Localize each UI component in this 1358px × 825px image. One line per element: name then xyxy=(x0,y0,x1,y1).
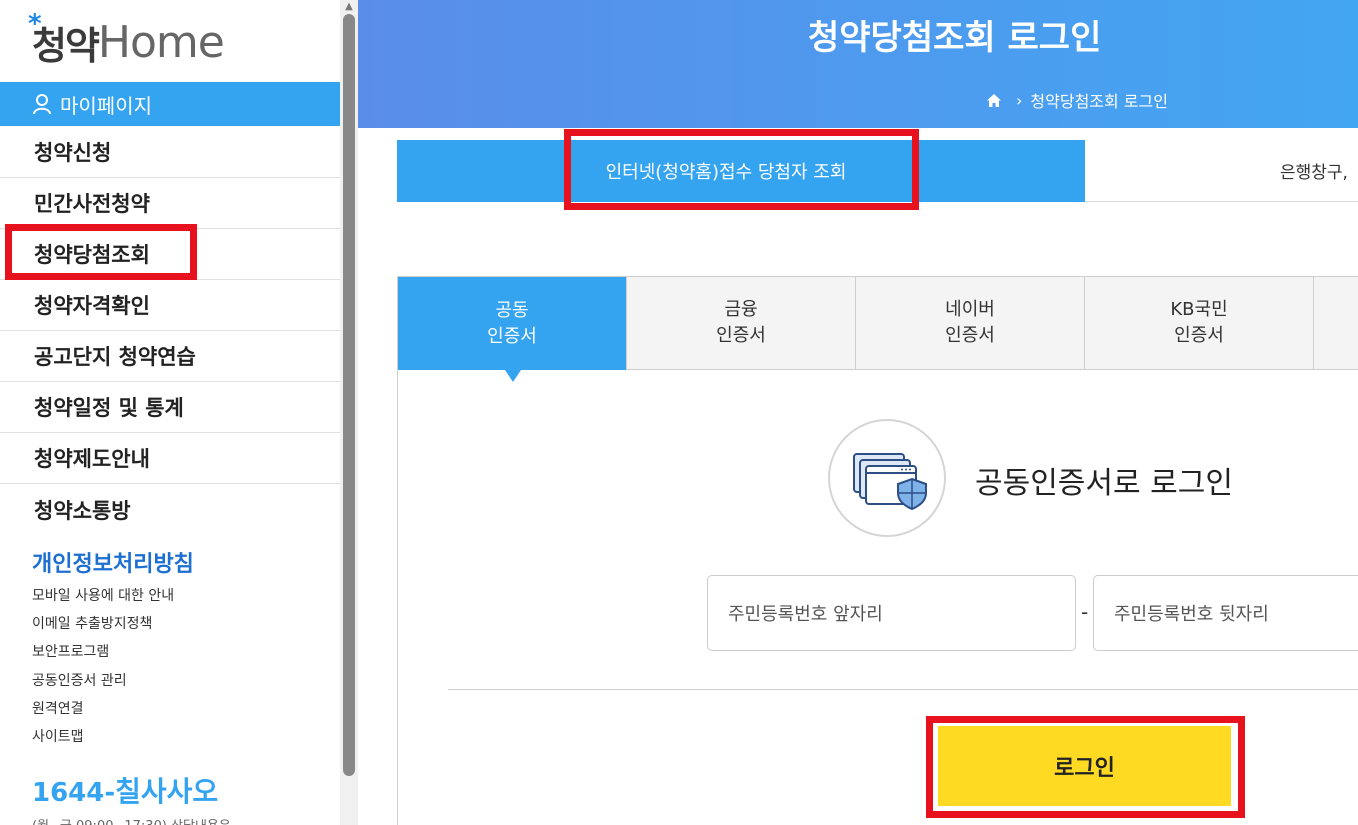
sidebar-item-label: 청약소통방 xyxy=(34,498,131,523)
tab-line2: 인증서 xyxy=(487,325,537,347)
active-tab-pointer xyxy=(505,370,521,382)
sidebar-item-label: 민간사전청약 xyxy=(34,192,150,216)
chevron-right-icon: › xyxy=(1016,90,1023,110)
privacy-policy-link[interactable]: 개인정보처리방침 xyxy=(32,546,194,578)
phone-number: 1644-칠사사오 xyxy=(32,770,218,810)
scrollbar-thumb[interactable] xyxy=(343,14,355,776)
login-heading: 공동인증서로 로그인 xyxy=(975,466,1233,501)
scroll-up-arrow-icon[interactable]: ▲ xyxy=(343,2,355,12)
phone-word: 칠사사오 xyxy=(115,775,219,808)
cert-management-link[interactable]: 공동인증서 관리 xyxy=(32,670,127,690)
tab-naver-cert[interactable]: 네이버 인증서 xyxy=(856,277,1085,370)
rrn-front-input[interactable]: 주민등록번호 앞자리 xyxy=(707,575,1076,651)
security-program-link[interactable]: 보안프로그램 xyxy=(32,641,109,661)
logo-text-en: Home xyxy=(97,16,225,68)
tab-line1: 네이버 xyxy=(945,299,995,320)
sidebar-item-label: 청약자격확인 xyxy=(34,294,150,318)
mobile-guide-link[interactable]: 모바일 사용에 대한 안내 xyxy=(32,585,174,605)
divider xyxy=(448,689,1358,690)
page-header: 청약당첨조회 로그인 › 청약당첨조회 로그인 xyxy=(358,0,1358,128)
mypage-button[interactable]: 마이페이지 xyxy=(0,82,340,126)
tab-line1: KB국민 xyxy=(1170,299,1228,320)
tab-label: 은행창구, xyxy=(1280,163,1348,183)
tab-more-cert[interactable] xyxy=(1314,277,1358,370)
breadcrumb: › 청약당첨조회 로그인 xyxy=(986,88,1168,112)
user-icon xyxy=(33,94,51,115)
certificate-icon xyxy=(828,419,946,537)
tab-line2: 인증서 xyxy=(1174,325,1224,346)
tab-bank-counter-lookup[interactable]: 은행창구, xyxy=(1085,140,1358,202)
highlight-box-internet-tab xyxy=(564,129,919,210)
sidebar-item-private-pre-subscription[interactable]: 민간사전청약 xyxy=(0,178,340,229)
highlight-box-winner-lookup xyxy=(5,224,197,280)
rrn-separator: - xyxy=(1081,600,1089,624)
sidebar-item-label: 청약신청 xyxy=(34,141,112,165)
sidebar: * 청약 Home 마이페이지 청약신청 민간사전청약 청약당첨조회 청약자격확인… xyxy=(0,0,340,825)
cert-type-tabs: 공동 인증서 금융 인증서 네이버 인증서 KB국민 인증서 xyxy=(397,276,1358,370)
tab-line1: 공동 xyxy=(495,299,529,321)
page-title: 청약당첨조회 로그인 xyxy=(808,18,1102,58)
sidebar-item-apply[interactable]: 청약신청 xyxy=(0,127,340,178)
remote-connection-link[interactable]: 원격연결 xyxy=(32,698,84,718)
sidebar-item-system-guide[interactable]: 청약제도안내 xyxy=(0,433,340,484)
home-icon[interactable] xyxy=(986,93,1002,108)
sidebar-item-community[interactable]: 청약소통방 xyxy=(0,484,340,535)
certificate-shield-icon xyxy=(853,453,927,511)
tab-financial-cert[interactable]: 금융 인증서 xyxy=(627,277,856,370)
rrn-back-placeholder: 주민등록번호 뒷자리 xyxy=(1114,604,1269,625)
mypage-label: 마이페이지 xyxy=(60,93,152,118)
tab-line1: 금융 xyxy=(724,299,758,320)
site-logo[interactable]: * 청약 Home xyxy=(28,8,225,70)
highlight-box-login-button xyxy=(926,716,1245,818)
sidebar-item-eligibility-check[interactable]: 청약자격확인 xyxy=(0,280,340,331)
sidebar-item-schedule-stats[interactable]: 청약일정 및 통계 xyxy=(0,382,340,433)
tab-line2: 인증서 xyxy=(945,325,995,346)
rrn-front-placeholder: 주민등록번호 앞자리 xyxy=(728,604,883,625)
sidebar-item-label: 공고단지 청약연습 xyxy=(34,345,196,369)
phone-prefix: 1644- xyxy=(32,778,116,808)
sidebar-item-label: 청약일정 및 통계 xyxy=(34,396,184,420)
logo-star-icon: * xyxy=(28,8,42,39)
sidebar-item-label: 청약제도안내 xyxy=(34,447,150,471)
sidebar-item-practice[interactable]: 공고단지 청약연습 xyxy=(0,331,340,382)
breadcrumb-current: 청약당첨조회 로그인 xyxy=(1030,92,1168,111)
logo-text-ko: * 청약 xyxy=(28,8,100,68)
email-policy-link[interactable]: 이메일 추출방지정책 xyxy=(32,613,152,633)
tab-line2: 인증서 xyxy=(716,325,766,346)
rrn-back-input[interactable]: 주민등록번호 뒷자리 xyxy=(1093,575,1358,651)
phone-hours: (월~금 09:00~17:30) 상담내용은 xyxy=(32,815,231,825)
tab-kb-cert[interactable]: KB국민 인증서 xyxy=(1085,277,1314,370)
tab-joint-cert[interactable]: 공동 인증서 xyxy=(398,277,627,370)
sitemap-link[interactable]: 사이트맵 xyxy=(32,726,84,746)
